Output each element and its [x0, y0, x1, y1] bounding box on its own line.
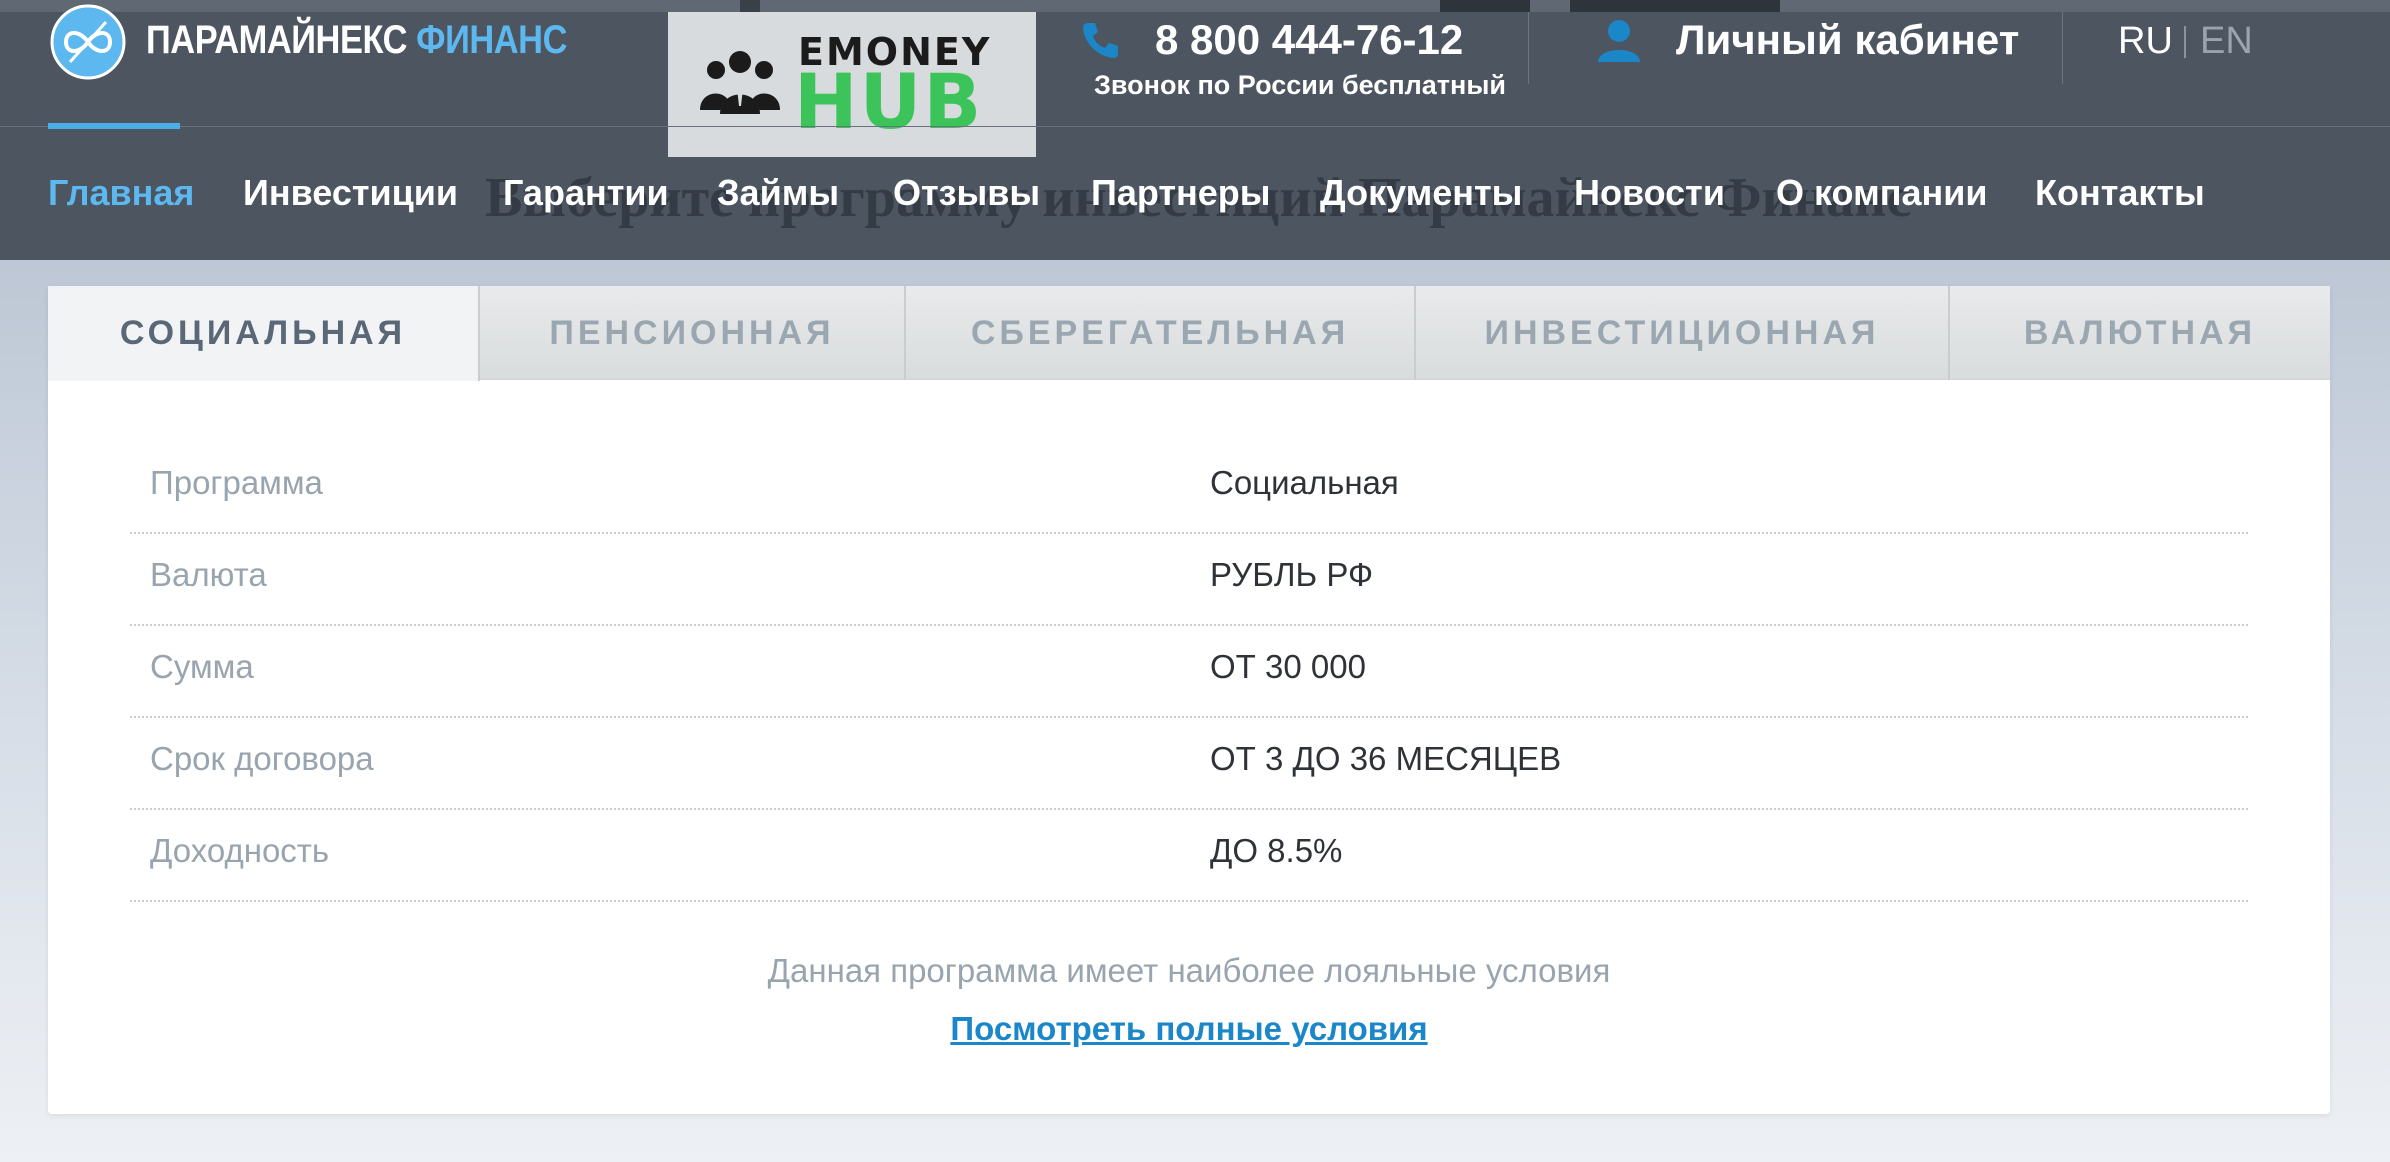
top-strip — [0, 0, 2390, 12]
header-divider — [0, 126, 2390, 127]
program-card: СОЦИАЛЬНАЯ ПЕНСИОННАЯ СБЕРЕГАТЕЛЬНАЯ ИНВ… — [48, 286, 2330, 1114]
brand-name-main: ПАРАМАЙНЕКС — [146, 18, 407, 62]
table-row: Валюта РУБЛЬ РФ — [130, 534, 2248, 626]
personal-account-link[interactable]: Личный кабинет — [1676, 16, 2019, 64]
nav-item-home[interactable]: Главная — [48, 172, 194, 214]
phone-number[interactable]: 8 800 444-76-12 — [1155, 16, 1463, 64]
row-value: Социальная — [1210, 464, 1399, 501]
table-row: Программа Социальная — [130, 442, 2248, 534]
emoney-hub-badge[interactable]: EMONEY HUB — [668, 12, 1036, 157]
row-label: Программа — [150, 464, 323, 501]
row-label: Срок договора — [150, 740, 374, 777]
lang-ru[interactable]: RU — [2118, 20, 2173, 63]
nav-item-guarantees[interactable]: Гарантии — [503, 172, 669, 214]
nav-item-loans[interactable]: Займы — [717, 172, 839, 214]
nav-item-reviews[interactable]: Отзывы — [893, 172, 1040, 214]
nav-item-investments[interactable]: Инвестиции — [243, 172, 458, 214]
phone-note: Звонок по России бесплатный — [1094, 70, 1506, 100]
tab-social[interactable]: СОЦИАЛЬНАЯ — [48, 286, 480, 381]
lang-en[interactable]: EN — [2200, 20, 2253, 63]
nav-item-partners[interactable]: Партнеры — [1091, 172, 1271, 214]
nav-active-indicator — [48, 123, 180, 129]
hub-badge-line2: HUB — [794, 57, 984, 146]
brand-logo-icon[interactable] — [48, 2, 128, 80]
row-label: Валюта — [150, 556, 267, 593]
row-value: ОТ 30 000 — [1210, 648, 1366, 685]
strip-shade — [740, 0, 760, 12]
nav-item-news[interactable]: Новости — [1574, 172, 1725, 214]
nav-item-contacts[interactable]: Контакты — [2035, 172, 2205, 214]
full-terms-link[interactable]: Посмотреть полные условия — [48, 1010, 2330, 1048]
table-row: Срок договора ОТ 3 ДО 36 МЕСЯЦЕВ — [130, 718, 2248, 810]
program-tabs: СОЦИАЛЬНАЯ ПЕНСИОННАЯ СБЕРЕГАТЕЛЬНАЯ ИНВ… — [48, 286, 2330, 381]
row-label: Доходность — [150, 832, 330, 869]
table-row: Сумма ОТ 30 000 — [130, 626, 2248, 718]
user-icon[interactable] — [1596, 18, 1642, 64]
tab-currency[interactable]: ВАЛЮТНАЯ — [1950, 286, 2330, 380]
program-details-table: Программа Социальная Валюта РУБЛЬ РФ Сум… — [130, 442, 2248, 902]
tab-pension[interactable]: ПЕНСИОННАЯ — [480, 286, 906, 380]
row-value: ОТ 3 ДО 36 МЕСЯЦЕВ — [1210, 740, 1562, 777]
row-value: РУБЛЬ РФ — [1210, 556, 1374, 593]
header-separator — [1528, 12, 1529, 84]
strip-shade — [1570, 0, 1780, 12]
site-header: ПАРАМАЙНЕКС ФИНАНС EMONEY HUB 8 800 444-… — [0, 0, 2390, 260]
tab-savings[interactable]: СБЕРЕГАТЕЛЬНАЯ — [906, 286, 1416, 380]
tab-investment[interactable]: ИНВЕСТИЦИОННАЯ — [1416, 286, 1950, 380]
program-note: Данная программа имеет наиболее лояльные… — [767, 952, 1611, 989]
row-label: Сумма — [150, 648, 254, 685]
main-nav: Главная Инвестиции Гарантии Займы Отзывы… — [0, 172, 2390, 222]
table-row: Доходность ДО 8.5% — [130, 810, 2248, 902]
nav-item-about[interactable]: О компании — [1776, 172, 1987, 214]
strip-shade — [1440, 0, 1530, 12]
lang-separator — [2184, 26, 2186, 58]
brand-name-accent: ФИНАНС — [416, 18, 568, 62]
people-group-icon — [700, 51, 780, 114]
header-separator — [2062, 12, 2063, 84]
nav-item-documents[interactable]: Документы — [1320, 172, 1522, 214]
phone-icon — [1083, 23, 1118, 58]
brand-name[interactable]: ПАРАМАЙНЕКС ФИНАНС — [146, 18, 567, 63]
row-value: ДО 8.5% — [1210, 832, 1343, 869]
